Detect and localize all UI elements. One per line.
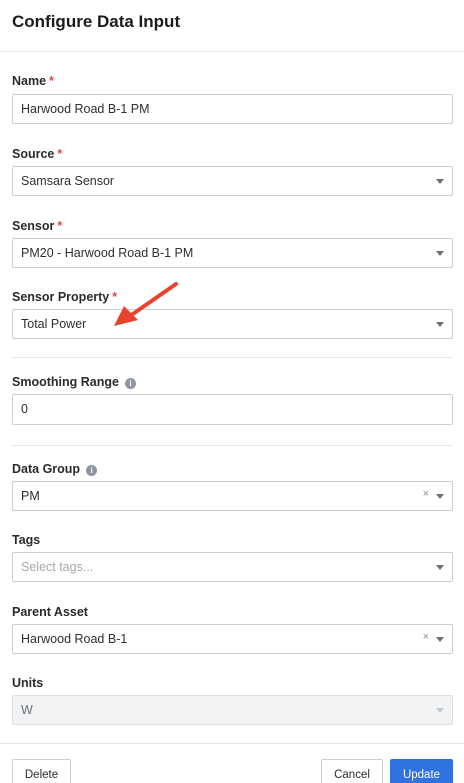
smoothing-range-label: Smoothing Range i xyxy=(12,375,136,389)
name-input[interactable]: Harwood Road B-1 PM xyxy=(12,94,453,124)
dialog-footer: Delete Cancel Update xyxy=(0,743,464,783)
units-select: W xyxy=(12,695,453,725)
chevron-down-icon xyxy=(436,708,444,713)
dialog-header: Configure Data Input xyxy=(0,0,464,52)
parent-asset-label: Parent Asset xyxy=(12,605,88,619)
source-select[interactable]: Samsara Sensor xyxy=(12,166,453,196)
cancel-button[interactable]: Cancel xyxy=(321,759,383,783)
source-label: Source * xyxy=(12,147,63,161)
name-value: Harwood Road B-1 PM xyxy=(21,102,150,116)
section-divider xyxy=(12,357,453,358)
smoothing-range-input[interactable]: 0 xyxy=(12,394,453,425)
sensor-property-value: Total Power xyxy=(21,317,87,331)
sensor-value: PM20 - Harwood Road B-1 PM xyxy=(21,246,194,260)
annotation-arrow-icon xyxy=(114,282,178,326)
tags-placeholder: Select tags... xyxy=(21,560,94,574)
source-value: Samsara Sensor xyxy=(21,174,115,188)
clear-icon[interactable]: × xyxy=(423,631,429,643)
section-divider xyxy=(12,445,453,446)
delete-button[interactable]: Delete xyxy=(12,759,71,783)
required-mark: * xyxy=(57,147,63,161)
tags-select[interactable]: Select tags... xyxy=(12,552,453,582)
required-mark: * xyxy=(57,219,63,233)
info-icon[interactable]: i xyxy=(86,465,98,476)
sensor-property-label: Sensor Property * xyxy=(12,290,118,304)
sensor-select[interactable]: PM20 - Harwood Road B-1 PM xyxy=(12,238,453,268)
required-mark: * xyxy=(49,74,54,88)
info-icon[interactable]: i xyxy=(124,378,136,389)
chevron-down-icon[interactable] xyxy=(436,494,444,499)
update-button[interactable]: Update xyxy=(390,759,453,783)
data-group-select[interactable]: PM × xyxy=(12,481,453,511)
chevron-down-icon[interactable] xyxy=(436,251,444,256)
parent-asset-select[interactable]: Harwood Road B-1 × xyxy=(12,624,453,654)
sensor-property-select[interactable]: Total Power xyxy=(12,309,453,339)
chevron-down-icon[interactable] xyxy=(436,322,444,327)
dialog-title: Configure Data Input xyxy=(12,12,181,31)
chevron-down-icon[interactable] xyxy=(436,179,444,184)
units-label: Units xyxy=(12,676,44,690)
data-group-value: PM xyxy=(21,489,40,503)
smoothing-range-value: 0 xyxy=(21,402,28,416)
clear-icon[interactable]: × xyxy=(423,488,429,500)
tags-label: Tags xyxy=(12,533,41,547)
chevron-down-icon[interactable] xyxy=(436,565,444,570)
sensor-label: Sensor * xyxy=(12,219,63,233)
chevron-down-icon[interactable] xyxy=(436,637,444,642)
name-label: Name * xyxy=(12,74,54,88)
units-value: W xyxy=(21,703,33,717)
data-group-label: Data Group i xyxy=(12,462,98,476)
parent-asset-value: Harwood Road B-1 xyxy=(21,632,128,646)
